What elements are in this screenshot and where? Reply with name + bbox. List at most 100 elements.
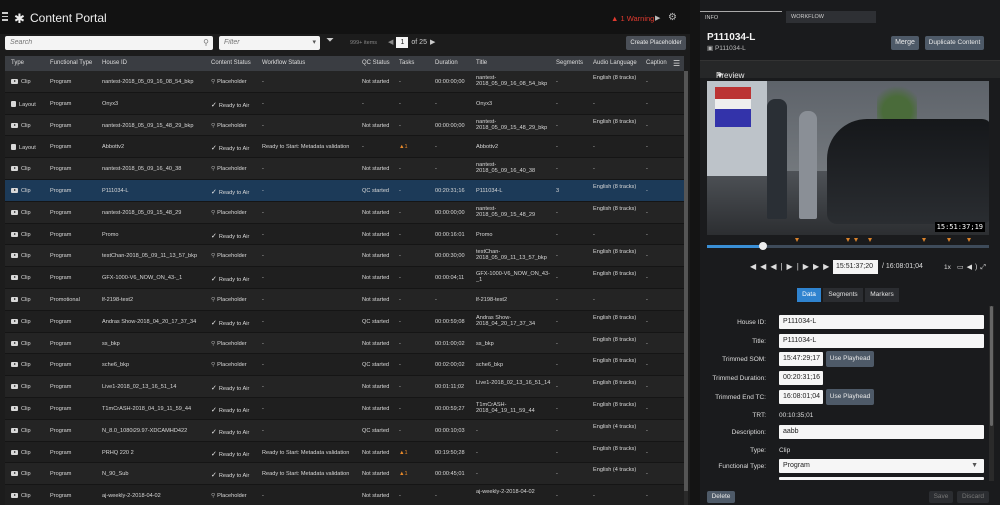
- play-icon[interactable]: ▶: [655, 14, 660, 22]
- timeline-marker-icon[interactable]: [853, 238, 858, 242]
- playback-speed[interactable]: 1x: [944, 264, 951, 271]
- cell-text: QC started: [362, 318, 390, 325]
- table-row[interactable]: Layout Program Onyx3 ✓ Ready to Air - - - - Onyx3…: [5, 92, 684, 115]
- save-button[interactable]: Save: [929, 491, 953, 503]
- filter-funnel-icon[interactable]: ⏷: [326, 35, 334, 46]
- chevron-down-icon[interactable]: ▾: [312, 38, 316, 46]
- fast-forward-icon[interactable]: ▶▶: [813, 262, 833, 271]
- step-back-icon[interactable]: ◀|: [770, 262, 786, 271]
- cell-text: -: [556, 362, 558, 369]
- table-row[interactable]: Clip Program Andras Show-2018_04_20_17_37_…: [5, 310, 684, 333]
- column-menu-icon[interactable]: ☰: [673, 59, 680, 68]
- table-row[interactable]: Clip Program sche6_bkp ⚲ Placeholder - QC star…: [5, 354, 684, 377]
- header-tasks[interactable]: Tasks: [399, 60, 414, 66]
- table-row[interactable]: Clip Program nantest-2018_05_09_16_40_38 ⚲ P…: [5, 158, 684, 180]
- video-player[interactable]: 15:51:37;19: [707, 81, 989, 235]
- clip-icon: [11, 296, 18, 302]
- table-row[interactable]: Clip Program PRHQ 220 2 ✓ Ready to Air Ready …: [5, 441, 684, 464]
- table-row[interactable]: Clip Program GFX-1000-V6_NOW_ON_43-_1 ✓ Read…: [5, 267, 684, 289]
- page-number-input[interactable]: 1: [396, 37, 409, 48]
- volume-icon[interactable]: ◀): [967, 264, 981, 271]
- header-workflow-status[interactable]: Workflow Status: [262, 60, 305, 66]
- search-input[interactable]: [10, 39, 190, 46]
- preview-header[interactable]: ▼ Preview: [700, 60, 1000, 80]
- header-duration[interactable]: Duration: [435, 60, 458, 66]
- cell-text: -: [556, 384, 558, 391]
- create-placeholder-button[interactable]: Create Placeholder: [626, 36, 686, 50]
- cell-text: -: [556, 471, 558, 478]
- cell-wf: Ready to Start: Metadata validation: [262, 471, 360, 477]
- timeline-marker-icon[interactable]: [947, 238, 952, 242]
- timeline-marker-icon[interactable]: [966, 238, 971, 242]
- cell-text: Placeholder: [217, 296, 247, 303]
- cell-segments: -: [556, 450, 590, 456]
- header-caption[interactable]: Caption: [646, 60, 667, 66]
- gear-icon[interactable]: ⚙: [668, 12, 677, 23]
- subtab-data[interactable]: Data: [797, 288, 821, 302]
- header-audio-language[interactable]: Audio Language: [593, 60, 637, 66]
- table-row[interactable]: Clip Program nantest-2018_05_09_15_48_29 ⚲ P…: [5, 201, 684, 224]
- tab-workflow[interactable]: WORKFLOW: [786, 11, 876, 23]
- step-forward-icon[interactable]: |▶: [797, 262, 813, 271]
- scrub-bar[interactable]: [707, 242, 989, 250]
- table-row[interactable]: Clip Program N_90_Sub ✓ Ready to Air Ready to…: [5, 463, 684, 486]
- table-row[interactable]: Clip Promotional lf-2198-test2 ⚲ Placeholder…: [5, 288, 684, 311]
- table-row[interactable]: Clip Program nantest-2018_05_09_16_08_54_b…: [5, 71, 684, 93]
- header-type[interactable]: Type: [11, 60, 24, 66]
- timeline-marker-icon[interactable]: [794, 238, 799, 242]
- next-page-icon[interactable]: ▶: [430, 39, 435, 46]
- play-icon[interactable]: ▶: [787, 262, 797, 271]
- merge-button[interactable]: Merge: [891, 36, 919, 50]
- tab-info[interactable]: INFO: [700, 11, 782, 23]
- timeline-marker-icon[interactable]: [868, 238, 873, 242]
- search-icon[interactable]: ⚲: [203, 38, 209, 47]
- timeline-marker-icon[interactable]: [845, 238, 850, 242]
- filter-input[interactable]: [224, 39, 294, 46]
- title-field[interactable]: P111034-L: [779, 334, 984, 348]
- table-row[interactable]: Clip Program aj-weekly-2-2018-04-02 ⚲ Placeh…: [5, 485, 684, 505]
- fullscreen-icon[interactable]: ⤢: [980, 264, 989, 271]
- header-functional-type[interactable]: Functional Type: [50, 60, 92, 66]
- header-qc-status[interactable]: QC Status: [362, 60, 390, 66]
- table-row[interactable]: Clip Program ss_bkp ⚲ Placeholder - Not starte…: [5, 332, 684, 355]
- duplicate-content-button[interactable]: Duplicate Content: [925, 36, 984, 50]
- pin-icon: ⚲: [211, 340, 216, 347]
- table-row[interactable]: Clip Program testChan-2018_05_09_11_13_57_…: [5, 245, 684, 268]
- cell-text: QC started: [362, 427, 390, 434]
- cell-status: ✓ Ready to Air: [211, 101, 261, 109]
- description-field[interactable]: aabb: [779, 425, 984, 439]
- warning-indicator[interactable]: ▲ 1 Warning: [611, 14, 654, 23]
- house-id-field[interactable]: P111034-L: [779, 315, 984, 329]
- cell-text: -: [646, 340, 648, 347]
- timeline-marker-icon[interactable]: [921, 238, 926, 242]
- cell-text: Clip: [21, 405, 31, 412]
- delete-button[interactable]: Delete: [707, 491, 735, 503]
- use-playhead-end-button[interactable]: Use Playhead: [826, 389, 874, 405]
- subtab-markers[interactable]: Markers: [865, 288, 899, 302]
- table-row[interactable]: Clip Program Promo ✓ Ready to Air - Not starte…: [5, 223, 684, 246]
- table-row[interactable]: Clip Program P111034-L ✓ Ready to Air - QC sta…: [5, 179, 684, 202]
- use-playhead-som-button[interactable]: Use Playhead: [826, 351, 874, 367]
- header-house-id[interactable]: House ID: [102, 60, 127, 66]
- table-row[interactable]: Clip Program nantest-2018_05_09_15_48_29_b…: [5, 114, 684, 137]
- hamburger-menu-icon[interactable]: [2, 12, 8, 22]
- subtab-segments[interactable]: Segments: [823, 288, 863, 302]
- current-timecode-input[interactable]: 15:51:37;20: [833, 260, 878, 274]
- caption-icon[interactable]: ▭: [957, 264, 967, 271]
- prev-page-icon[interactable]: ◀: [388, 39, 393, 46]
- table-scrollbar[interactable]: [684, 71, 688, 505]
- discard-button[interactable]: Discard: [957, 491, 989, 503]
- header-title[interactable]: Title: [476, 60, 487, 66]
- header-content-status[interactable]: Content Status: [211, 60, 251, 66]
- table-row[interactable]: Clip Program N_8.0_1080i29.97-XDCAMHD422 ✓ R…: [5, 419, 684, 442]
- table-row[interactable]: Layout Program Abbottv2 ✓ Ready to Air Ready …: [5, 136, 684, 159]
- functional-type-select[interactable]: Program ▼: [779, 459, 984, 473]
- table-row[interactable]: Clip Program Live1-2018_02_13_16_51_14 ✓ Rea…: [5, 376, 684, 398]
- header-segments[interactable]: Segments: [556, 60, 583, 66]
- trimmed-end-tc-field[interactable]: 16:08:01;04: [779, 390, 823, 404]
- trimmed-som-field[interactable]: 15:47:29;17: [779, 352, 823, 366]
- form-scrollbar[interactable]: [989, 306, 994, 481]
- rewind-icon[interactable]: ◀◀: [750, 262, 770, 271]
- table-row[interactable]: Clip Program T1mCrASH-2018_04_19_11_59_44 ✓…: [5, 397, 684, 420]
- trimmed-duration-field[interactable]: 00:20:31;16: [779, 371, 823, 385]
